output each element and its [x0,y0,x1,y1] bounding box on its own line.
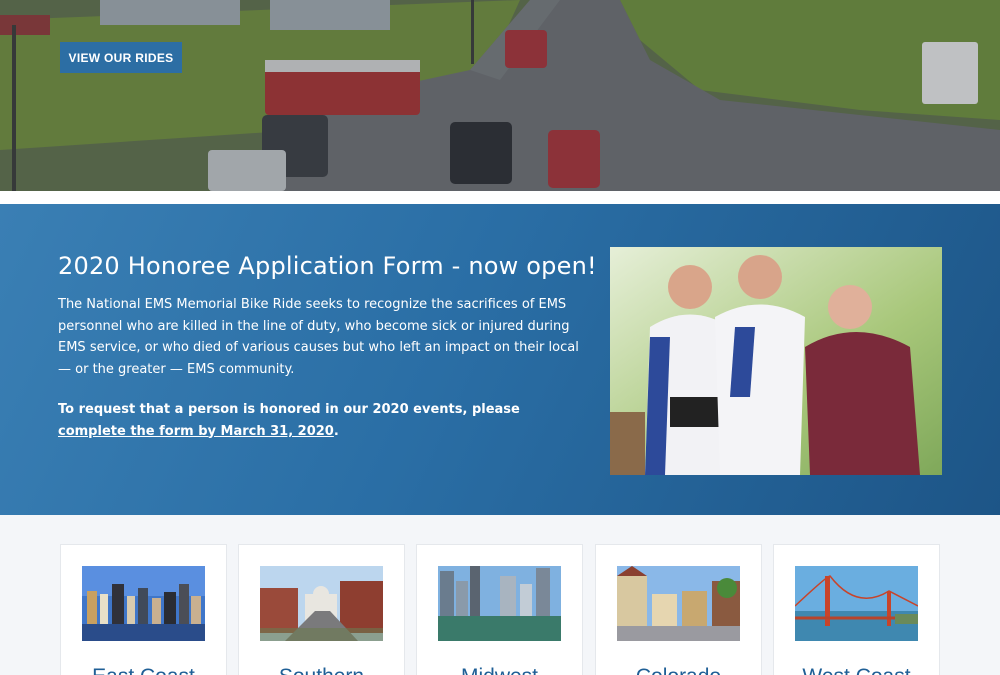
golden-gate-bridge-image [795,566,918,641]
region-card-southern[interactable]: Southern [238,544,405,675]
hero-image [0,0,1000,191]
chicago-river-image [438,566,561,641]
section-divider [0,191,1000,204]
view-rides-button[interactable]: VIEW OUR RIDES [60,42,182,73]
regions-section: East Coast Southern [0,515,1000,675]
region-label: Colorado [596,665,761,675]
mountain-town-image [617,566,740,641]
honoree-photo [610,247,942,475]
region-card-colorado[interactable]: Colorado [595,544,762,675]
region-card-midwest[interactable]: Midwest [416,544,583,675]
banner-description: The National EMS Memorial Bike Ride seek… [58,297,579,377]
banner-title: 2020 Honoree Application Form - now open… [58,252,597,280]
region-label: East Coast [61,665,226,675]
capitol-street-image [260,566,383,641]
application-form-link[interactable]: complete the form by March 31, 2020 [58,424,334,439]
honoree-banner: 2020 Honoree Application Form - now open… [0,204,1000,515]
hero-section: VIEW OUR RIDES [0,0,1000,191]
cta-text: To request that a person is honored in o… [58,402,520,417]
region-label: Southern [239,665,404,675]
region-label: Midwest [417,665,582,675]
cta-suffix: . [333,423,339,439]
region-card-east-coast[interactable]: East Coast [60,544,227,675]
boston-skyline-image [82,566,205,641]
banner-cta: To request that a person is honored in o… [58,399,588,442]
region-label: West Coast [774,665,939,675]
region-card-west-coast[interactable]: West Coast [773,544,940,675]
